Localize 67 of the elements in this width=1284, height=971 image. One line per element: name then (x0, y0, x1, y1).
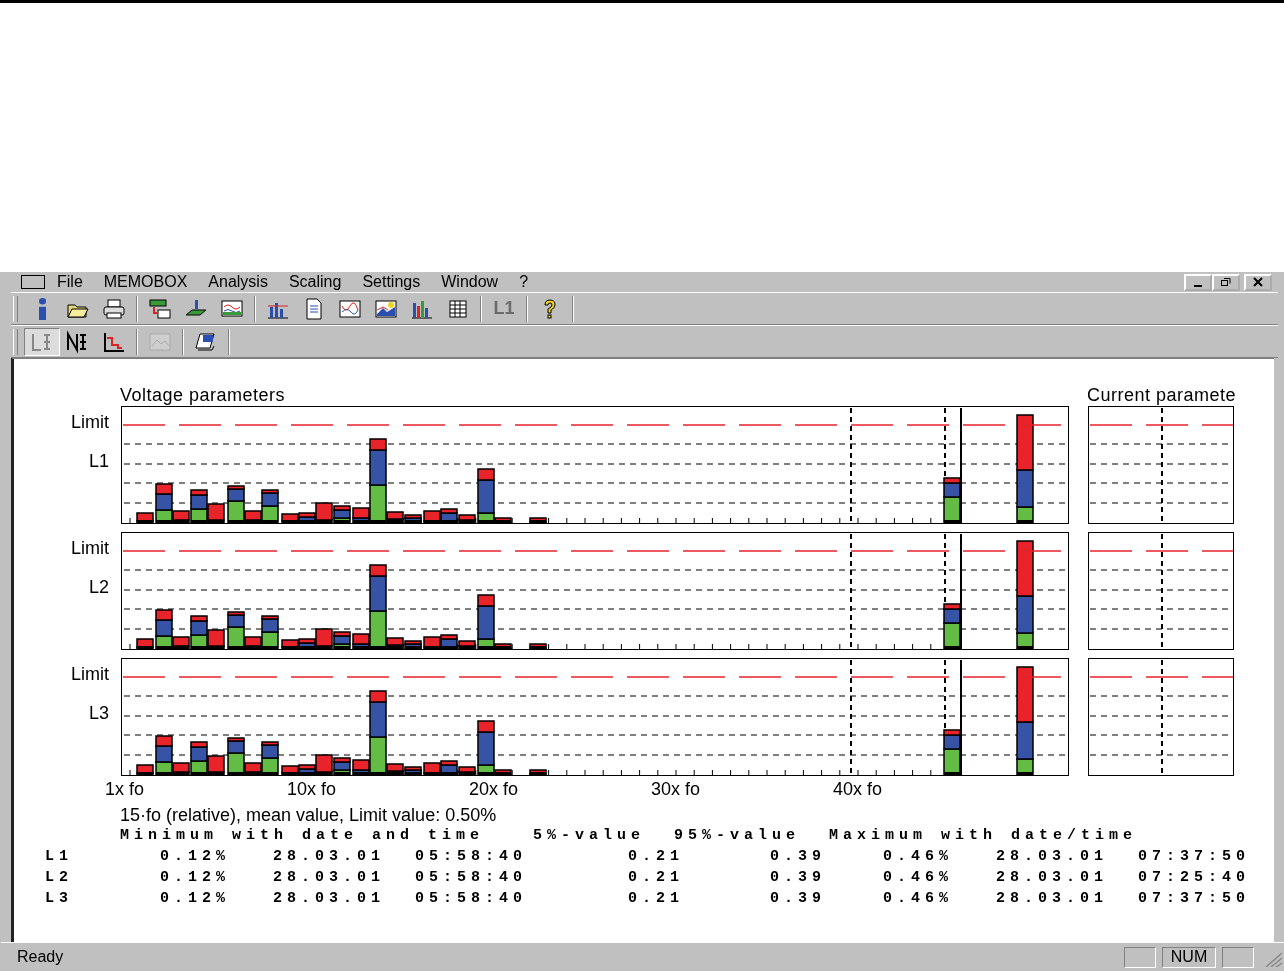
column-header: 5%-value (533, 827, 646, 846)
status-panel (1124, 946, 1156, 968)
table-cell-text: 0.21 (628, 848, 685, 867)
menu-item[interactable]: File (57, 274, 83, 290)
column-header: 95%-value (674, 827, 801, 846)
column-header: Minimum with date and time (120, 827, 486, 846)
table-cell-text: 07:37:50 (1138, 890, 1250, 909)
table-cell-text: 28.03.01 (273, 869, 386, 888)
axis-label: 1x fo (105, 779, 146, 801)
table-cell-text: 0.21 (628, 869, 685, 888)
info-icon (38, 297, 46, 320)
table-cell-text: 0.39 (770, 869, 827, 888)
num-lock-indicator: NUM (1162, 946, 1216, 968)
close-icon (1252, 277, 1264, 287)
limit-label: Limit (71, 664, 109, 685)
transfer-icon (148, 296, 172, 321)
axis-label: 40x fo (833, 779, 884, 801)
table-cell-text: 07:25:40 (1138, 869, 1250, 888)
table-cell-text: 0.12% (160, 869, 231, 888)
printer-icon (102, 296, 126, 321)
close-button[interactable] (1244, 273, 1272, 291)
limit-label: Limit (71, 412, 109, 433)
table-cell-text: 0.39 (770, 890, 827, 909)
row-header: L1 (45, 848, 74, 867)
minimize-button[interactable] (1184, 273, 1212, 291)
table-cell-text: 0.12% (160, 890, 231, 909)
phase-label: L3 (88, 703, 109, 724)
menu-item[interactable]: MEMOBOX (103, 274, 188, 290)
table-cell-text: 0.21 (628, 890, 685, 909)
window-icon[interactable] (21, 275, 45, 289)
table-cell-text: 0.46% (883, 869, 954, 888)
menu-item[interactable]: Settings (362, 274, 421, 290)
restore-icon (1220, 277, 1232, 287)
chart-title: Current paramete (1087, 385, 1237, 406)
menu-item[interactable]: Scaling (288, 274, 342, 290)
table-cell-text: 0.39 (770, 848, 827, 867)
limit-label: Limit (71, 538, 109, 559)
table-cell-text: 0.46% (883, 890, 954, 909)
restore-button[interactable] (1212, 273, 1240, 291)
minimize-icon (1194, 285, 1202, 287)
chart-title: Voltage parameters (120, 385, 287, 406)
table-cell-text: 07:37:50 (1138, 848, 1250, 867)
table-cell-text: 28.03.01 (996, 890, 1109, 909)
phase-label: L2 (88, 577, 109, 598)
table-cell-text: 28.03.01 (996, 869, 1109, 888)
table-cell-text: 28.03.01 (273, 890, 386, 909)
table-cell-text: 05:58:40 (415, 848, 528, 867)
table-cell-text: 05:58:40 (415, 890, 528, 909)
axis-label: 30x fo (651, 779, 702, 801)
phase-label: L1 (88, 451, 109, 472)
column-header: Maximum with date/time (829, 827, 1138, 846)
menu-item[interactable]: ? (519, 274, 529, 290)
row-header: L2 (45, 869, 74, 888)
table-cell-text: 0.12% (160, 848, 231, 867)
status-text: Ready (17, 948, 64, 966)
menu-item[interactable]: Analysis (208, 274, 268, 290)
table-cell-text: 05:58:40 (415, 869, 528, 888)
caption: 15·fo (relative), mean value, Limit value: 0.50% (119, 805, 498, 827)
menu-item[interactable]: Window (441, 274, 499, 290)
table-cell-text: 28.03.01 (996, 848, 1109, 867)
status-panel (1222, 946, 1254, 968)
l-mode-button[interactable] (24, 327, 60, 356)
axis-label: 10x fo (287, 779, 338, 801)
row-header: L3 (45, 890, 74, 909)
table-cell-text: 0.46% (883, 848, 954, 867)
axis-label: 20x fo (469, 779, 520, 801)
table-cell-text: 28.03.01 (273, 848, 386, 867)
